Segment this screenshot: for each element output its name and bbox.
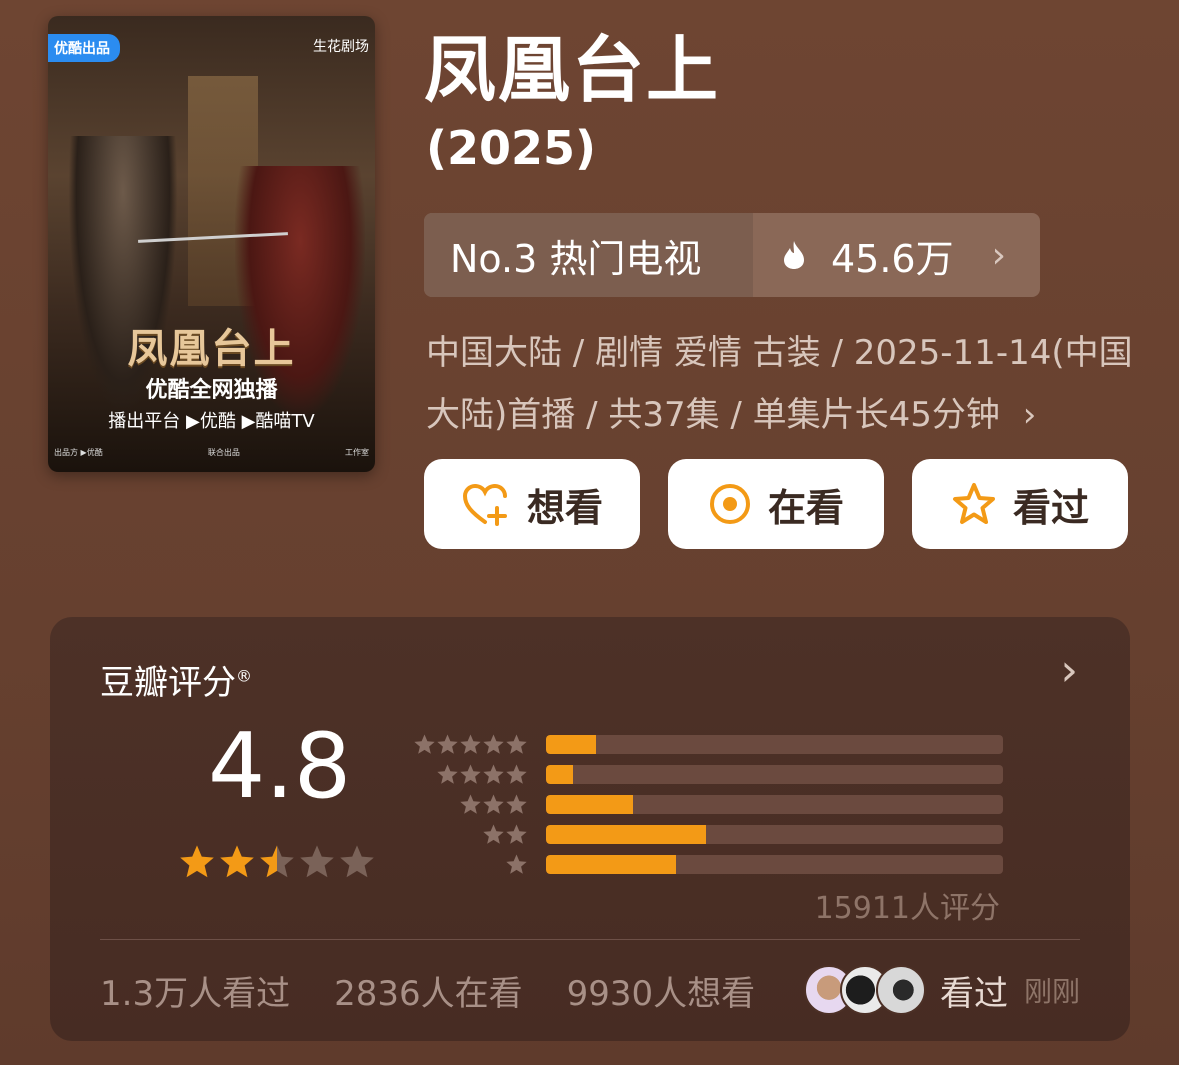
want-button[interactable]: 想看	[424, 459, 640, 549]
distribution-bar	[546, 734, 597, 754]
stat-want[interactable]: 9930人想看	[567, 966, 756, 1015]
rating-stars	[178, 843, 376, 881]
rating-header: 豆瓣评分®	[100, 655, 252, 704]
chevron-right-icon: ›	[991, 234, 1006, 276]
small-star-icon	[460, 733, 481, 754]
distribution-stars	[410, 733, 528, 756]
poster-credits: 出品方 ▶优酷 联合出品 工作室	[54, 447, 369, 458]
flame-icon	[784, 241, 804, 269]
distribution-bar	[546, 764, 574, 784]
star-icon	[260, 845, 294, 878]
watched-button-label: 看过	[1012, 485, 1089, 530]
small-star-icon	[506, 823, 527, 844]
distribution-bar	[546, 794, 633, 814]
small-star-icon	[506, 853, 527, 874]
friend-action-label: 看过	[939, 973, 1008, 1014]
chevron-right-icon[interactable]: ›	[1060, 645, 1078, 696]
rating-distribution	[410, 729, 1003, 879]
rank-label: No.3 热门电视	[424, 213, 753, 297]
poster-credit-left: 出品方 ▶优酷	[54, 448, 103, 457]
meta-chevron-icon: ›	[1022, 395, 1037, 435]
poster-credit-mid: 联合出品	[207, 448, 240, 457]
distribution-row	[410, 759, 1003, 789]
small-star-icon	[460, 763, 481, 784]
star-icon	[220, 845, 254, 878]
rank-banner[interactable]: No.3 热门电视 45.6万 ›	[424, 213, 1040, 297]
poster-image[interactable]: 优酷出品 生花剧场 凤凰台上 优酷全网独播 播出平台 ▶优酷 ▶酷喵TV 出品方…	[48, 16, 375, 472]
rating-header-label: 豆瓣评分	[100, 663, 236, 703]
distribution-stars	[410, 793, 528, 816]
small-star-icon	[460, 793, 481, 814]
distribution-bar-track	[546, 854, 1003, 874]
distribution-bar	[546, 854, 677, 874]
heart-plus-icon	[462, 483, 507, 526]
distribution-bar-track	[546, 824, 1003, 844]
distribution-bar-track	[546, 764, 1003, 784]
watching-button[interactable]: 在看	[668, 459, 884, 549]
distribution-row	[410, 789, 1003, 819]
stat-watching[interactable]: 2836人在看	[334, 966, 523, 1015]
star-icon	[180, 845, 214, 878]
small-star-icon	[506, 733, 527, 754]
poster-credit-right: 工作室	[344, 448, 369, 457]
poster-platform-line: 播出平台 ▶优酷 ▶酷喵TV	[108, 411, 315, 432]
heat-section: 45.6万 ›	[753, 213, 1040, 297]
friend-action-time: 刚刚	[1023, 975, 1080, 1008]
heat-value: 45.6万	[831, 236, 954, 281]
rating-card[interactable]: 豆瓣评分® › 4.8 15911人评分 1.3万人看过 2836人在看 993…	[50, 617, 1130, 1041]
small-star-icon	[483, 793, 504, 814]
distribution-row	[410, 849, 1003, 879]
stats-footer: 1.3万人看过 2836人在看 9930人想看 看过 刚刚	[100, 965, 1080, 1015]
distribution-row	[410, 729, 1003, 759]
rating-count: 15911人评分	[814, 891, 1000, 926]
small-star-icon	[483, 763, 504, 784]
divider	[100, 939, 1080, 940]
watched-button[interactable]: 看过	[912, 459, 1128, 549]
distribution-stars	[410, 823, 528, 846]
poster-badge-studio: 生花剧场	[313, 39, 369, 55]
distribution-bar-track	[546, 794, 1003, 814]
distribution-stars	[410, 853, 528, 876]
star-outline-icon	[952, 483, 995, 524]
small-star-icon	[506, 763, 527, 784]
small-star-icon	[437, 763, 458, 784]
poster-exclusive-line: 优酷全网独播	[145, 378, 278, 403]
star-icon	[340, 845, 374, 878]
avatar	[875, 965, 926, 1015]
release-year: (2025)	[426, 121, 597, 175]
small-star-icon	[414, 733, 435, 754]
stat-watched[interactable]: 1.3万人看过	[100, 966, 290, 1015]
distribution-stars	[410, 763, 528, 786]
registered-mark: ®	[236, 666, 252, 686]
page-title: 凤凰台上	[424, 28, 721, 112]
small-star-icon	[483, 733, 504, 754]
poster-badge-youku: 优酷出品	[48, 34, 120, 62]
distribution-bar-track	[546, 734, 1003, 754]
star-icon	[300, 845, 334, 878]
distribution-row	[410, 819, 1003, 849]
poster-title: 凤凰台上	[127, 325, 296, 372]
friend-activity[interactable]: 看过 刚刚	[803, 965, 1080, 1015]
meta-info[interactable]: 中国大陆 / 剧情 爱情 古装 / 2025-11-14(中国大陆)首播 / 共…	[426, 322, 1146, 446]
small-star-icon	[483, 823, 504, 844]
rating-score: 4.8	[208, 714, 352, 819]
watching-button-label: 在看	[767, 485, 844, 530]
small-star-icon	[437, 733, 458, 754]
distribution-bar	[546, 824, 706, 844]
want-button-label: 想看	[526, 485, 603, 530]
small-star-icon	[506, 793, 527, 814]
target-icon	[709, 484, 750, 524]
